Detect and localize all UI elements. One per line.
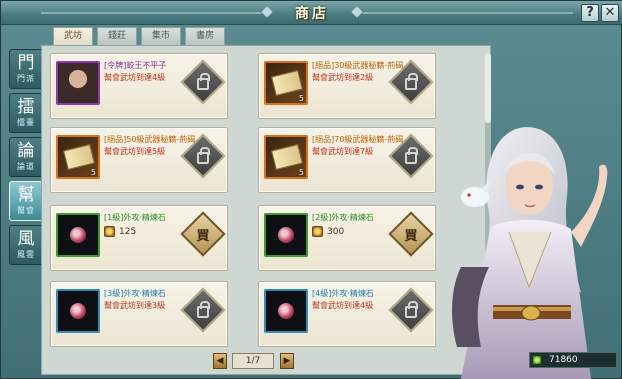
coin-icon: [104, 226, 115, 237]
item-price: 300: [312, 226, 344, 238]
side-item-fengyun[interactable]: 風 風雲: [9, 225, 43, 265]
help-button[interactable]: ?: [581, 4, 599, 22]
side-item-banghui[interactable]: 幫 幫會: [9, 181, 43, 221]
prev-page-button[interactable]: ◀: [213, 353, 227, 369]
shop-window: 商店 ? ✕ 武坊 錢莊 集市 書房 門 門派 擂 擂臺 論 論道 幫 幫會 風…: [0, 0, 622, 379]
item-requirement: 幫會武坊到達2級: [312, 73, 374, 82]
shop-item-card[interactable]: 5 [絕品]30級武器秘籍-荊碣 幫會武坊到達2級: [258, 53, 436, 119]
item-requirement: 幫會武坊到達4級: [312, 301, 374, 310]
item-requirement: 幫會武坊到達3級: [104, 301, 166, 310]
title-bar[interactable]: 商店 ? ✕: [1, 1, 622, 25]
side-item-label: 風雲: [17, 250, 35, 259]
lock-icon: [395, 294, 427, 326]
lock-icon: [395, 66, 427, 98]
side-item-label: 擂臺: [17, 118, 35, 127]
menpai-icon: 門: [17, 53, 35, 73]
title-diamond-left: [261, 6, 273, 18]
item-requirement: 幫會武坊到達4級: [104, 73, 166, 82]
title-decoration-left: [41, 12, 261, 14]
side-item-menpai[interactable]: 門 門派: [9, 49, 43, 89]
page-indicator: 1/7: [232, 353, 274, 369]
item-price-value: 125: [119, 227, 137, 237]
tab-qianzhuang[interactable]: 錢莊: [97, 27, 137, 45]
side-item-lundao[interactable]: 論 論道: [9, 137, 43, 177]
book-icon: 5: [264, 61, 308, 105]
side-item-leitai[interactable]: 擂 擂臺: [9, 93, 43, 133]
item-requirement: 幫會武坊到達7級: [312, 147, 374, 156]
side-item-label: 門派: [17, 74, 35, 83]
item-quantity: 5: [298, 168, 304, 177]
character-illustration: [452, 127, 608, 379]
tab-wufang[interactable]: 武坊: [53, 27, 93, 46]
buy-button[interactable]: 買: [395, 218, 427, 250]
shop-item-card[interactable]: 5 [絕品]70級武器秘籍-荊碣 幫會武坊到達7級: [258, 127, 436, 193]
coin-icon: [312, 226, 323, 237]
book-icon: 5: [56, 135, 100, 179]
item-price-value: 300: [327, 227, 345, 237]
side-item-label: 論道: [17, 162, 35, 171]
shop-item-card[interactable]: [4級]外攻·精煉石 幫會武坊到達4級: [258, 281, 436, 347]
item-requirement: 幫會武坊到達5級: [104, 147, 166, 156]
stone-icon: [264, 289, 308, 333]
currency-value: 71860: [549, 355, 578, 365]
stone-icon: [56, 289, 100, 333]
item-quantity: 5: [298, 94, 304, 103]
shop-item-card[interactable]: 5 [絕品]50級武器秘籍-荊碣 幫會武坊到達5級: [50, 127, 228, 193]
scrollbar-thumb[interactable]: [485, 53, 491, 123]
banghui-icon: 幫: [17, 185, 35, 205]
lock-icon: [395, 140, 427, 172]
stone-icon: [264, 213, 308, 257]
item-price: 125: [104, 226, 136, 238]
shop-item-card[interactable]: [1級]外攻·精煉石 125 買: [50, 205, 228, 271]
side-item-label: 幫會: [17, 206, 35, 215]
lock-icon: [187, 294, 219, 326]
shop-item-card[interactable]: [2級]外攻·精煉石 300 買: [258, 205, 436, 271]
close-button[interactable]: ✕: [601, 4, 619, 22]
title-decoration-right: [363, 12, 573, 14]
book-icon: 5: [264, 135, 308, 179]
tab-jishi[interactable]: 集市: [141, 27, 181, 45]
lundao-icon: 論: [17, 141, 35, 161]
title-diamond-right: [351, 6, 363, 18]
buy-button[interactable]: 買: [187, 218, 219, 250]
item-quantity: 5: [90, 168, 96, 177]
coin-icon: [532, 355, 542, 365]
tab-shufang[interactable]: 書房: [185, 27, 225, 45]
window-title: 商店: [295, 6, 329, 22]
leitai-icon: 擂: [17, 97, 35, 117]
fengyun-icon: 風: [17, 229, 35, 249]
lock-icon: [187, 140, 219, 172]
shop-item-card[interactable]: [令牌]蛟王不平子 幫會武坊到達4級: [50, 53, 228, 119]
stone-icon: [56, 213, 100, 257]
next-page-button[interactable]: ▶: [280, 353, 294, 369]
shop-item-card[interactable]: [3級]外攻·精煉石 幫會武坊到達3級: [50, 281, 228, 347]
currency-display: 71860: [529, 352, 617, 368]
lock-icon: [187, 66, 219, 98]
portrait-icon: [56, 61, 100, 105]
